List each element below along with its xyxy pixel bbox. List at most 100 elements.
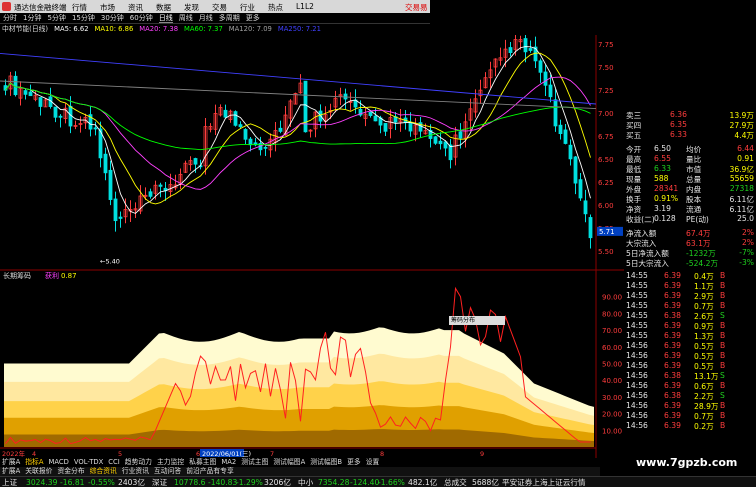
period-tab[interactable]: 周线 [179,13,193,23]
indicator-tab[interactable]: 扩展A [2,458,20,467]
period-tab[interactable]: 5分钟 [47,13,65,23]
quote-stat-row: 今开 6.50 均价 6.44 [624,144,756,154]
indicator-tab[interactable]: MACD [49,458,69,467]
menu-item[interactable]: 行业 [240,2,255,13]
period-tab[interactable]: 多周期 [219,13,240,23]
indicator-tab[interactable]: CCI [108,458,120,467]
indicator-tab[interactable]: 更多 [347,458,361,467]
quote-stat-value: 55659 [729,174,754,183]
info-tab[interactable]: 行业资讯 [122,467,149,476]
period-tab[interactable]: 分时 [3,13,17,23]
order-book-price: 6.35 [670,120,687,129]
info-tab[interactable]: 综合资讯 [90,467,117,476]
info-tab[interactable]: 前沿产品有专享 [186,467,234,476]
candle-body [103,153,108,174]
capital-flow-pct: -7% [739,248,754,257]
candle-body [93,127,98,130]
candle-body [58,115,63,118]
indicator-tab[interactable]: 测试幅图A [273,458,305,467]
quote-stat-value: 28341 [654,184,679,193]
tick-price: 6.39 [664,301,681,310]
sz-index-name[interactable]: 深证 [152,477,167,487]
indicator-tab[interactable]: VOL-TDX [74,458,103,467]
order-book-row[interactable]: 卖三 6.36 13.9万 [624,110,756,120]
period-tab[interactable]: 月线 [199,13,213,23]
chip-distribution-dialog[interactable]: 筹码分布 [449,316,505,325]
capital-flow-pct: -3% [739,258,754,267]
quote-stat-value: 0.91 [737,154,754,163]
price-axis-label: 7.50 [598,64,614,72]
tick-row: 14:56 6.39 0.7万 B [624,411,756,421]
zx-index-name[interactable]: 中小 [298,477,313,487]
indicator-tab[interactable]: 测试幅图B [310,458,342,467]
tick-price: 6.39 [664,331,681,340]
menu-item[interactable]: 资讯 [128,2,143,13]
tick-price: 6.39 [664,341,681,350]
index-status-bar: 上证 3024.39 -16.81 -0.55% 2403亿 深证 10778.… [0,476,756,487]
menu-item[interactable]: 行情 [72,2,87,13]
trade-button[interactable]: 交易易 [405,2,428,13]
indicator-tab[interactable]: MA2 [221,458,236,467]
period-tab[interactable]: 更多 [246,13,260,23]
indicator-tab[interactable]: 私募主图 [189,458,216,467]
sh-index-name[interactable]: 上证 [2,477,17,487]
tick-time: 14:56 [626,371,648,380]
info-tab[interactable]: 关联报价 [25,467,52,476]
ma-legend-item: MA60: 7.37 [184,25,223,33]
price-axis-label: 7.25 [598,87,614,95]
indicator-tab[interactable]: 指标A [25,458,43,467]
tick-side: B [720,281,726,290]
menu-item[interactable]: L1L2 [296,2,314,13]
quote-stat-row: 换手 0.91% 股本 6.11亿 [624,194,756,204]
indicator-tab[interactable]: 主力监控 [157,458,184,467]
period-tab[interactable]: 日线 [158,13,173,23]
capital-flow-row: 大宗流入 63.1万 2% [624,238,756,248]
candle-body [438,140,443,145]
ma-legend-item: MA250: 7.21 [277,25,321,33]
ma-legend-item: MA5: 6.62 [54,25,89,33]
candle-body [148,191,153,197]
candle-body [113,198,118,222]
tick-side: S [720,371,725,380]
menu-item[interactable]: 热点 [268,2,283,13]
candle-body [278,127,283,132]
tick-row: 14:56 6.39 28.9万 B [624,401,756,411]
kline-chart[interactable]: 7.757.507.257.006.756.506.256.005.755.50… [0,35,624,458]
indicator-tab[interactable]: 测试主图 [241,458,268,467]
menu-item[interactable]: 发现 [184,2,199,13]
indicator-tab[interactable]: 趋势动力 [125,458,152,467]
info-tab[interactable]: 互动问答 [154,467,181,476]
quote-stat-value: 588 [654,174,669,183]
tick-row: 14:56 6.38 2.2万 S [624,391,756,401]
tick-time: 14:55 [626,301,648,310]
indicator-tab[interactable]: 设置 [366,458,380,467]
order-book-row[interactable]: 买四 6.35 27.9万 [624,120,756,130]
period-tab[interactable]: 15分钟 [72,13,95,23]
indicator-axis-label: 30.00 [602,394,622,402]
period-tab[interactable]: 60分钟 [130,13,153,23]
candle-body [578,179,583,199]
tick-price: 6.39 [664,411,681,420]
zx-index-value: 7354.28 [318,478,350,487]
menu-item[interactable]: 交易 [212,2,227,13]
tick-row: 14:55 6.39 1.1万 B [624,281,756,291]
period-tab[interactable]: 1分钟 [23,13,41,23]
ma-legend-item: MA10: 6.86 [94,25,134,33]
candle-body [573,156,578,184]
info-tab[interactable]: 资金分布 [57,467,84,476]
order-book-row[interactable]: 买五 6.33 4.4万 [624,130,756,140]
menu-item[interactable]: 市场 [100,2,115,13]
main-menu: 行情 市场 资讯 数据 发现 交易 行业 热点 L1L2 [72,2,314,13]
menu-item[interactable]: 数据 [156,2,171,13]
period-tab[interactable]: 30分钟 [101,13,124,23]
quote-stat-row: 最高 6.55 量比 0.91 [624,154,756,164]
candle-body [568,144,573,160]
quote-stat-row: 外盘 28341 内盘 27318 [624,184,756,194]
order-book-volume: 4.4万 [734,131,754,140]
candle-body [53,106,58,118]
price-axis-label: 5.50 [598,248,614,256]
indicator-value: 0.87 [61,272,77,280]
info-tab[interactable]: 扩展A [2,467,20,476]
candle-body [558,124,563,135]
tick-row: 14:55 6.39 2.9万 B [624,291,756,301]
